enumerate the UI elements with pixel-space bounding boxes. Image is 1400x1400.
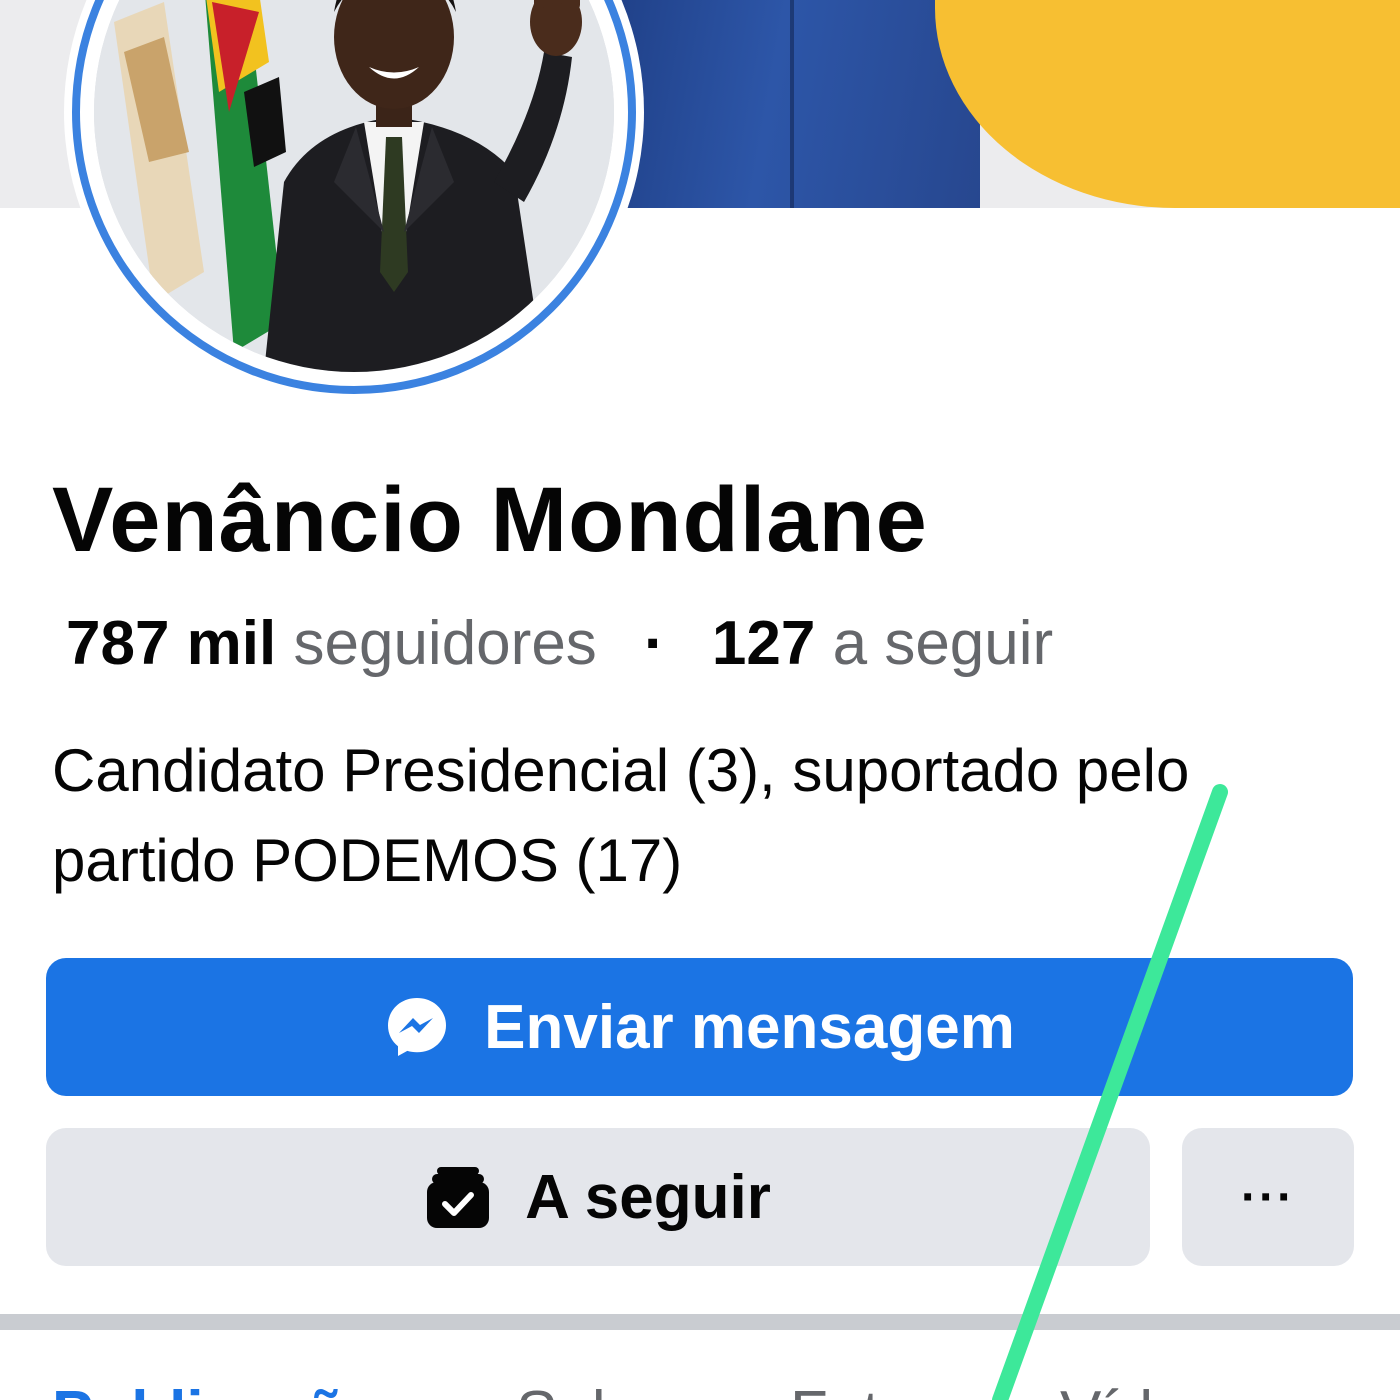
following-label[interactable]: a seguir [833, 609, 1054, 678]
profile-stats: 787 mil seguidores · 127 a seguir [66, 608, 1053, 679]
profile-name: Venâncio Mondlane [52, 469, 928, 571]
profile-page: Venâncio Mondlane 787 mil seguidores · 1… [0, 0, 1400, 1400]
following-button[interactable]: A seguir [46, 1128, 1150, 1266]
tab-videos[interactable]: Vídeos [1060, 1378, 1253, 1400]
avatar-illustration [94, 0, 614, 372]
avatar[interactable] [72, 0, 636, 394]
send-message-button[interactable]: Enviar mensagem [46, 958, 1353, 1096]
more-options-button[interactable]: ··· [1182, 1128, 1354, 1266]
tab-posts[interactable]: Publicações [52, 1378, 414, 1400]
bio-line: partido PODEMOS (17) [52, 827, 683, 894]
followers-label[interactable]: seguidores [293, 609, 596, 678]
section-divider [0, 1314, 1400, 1330]
tab-photos[interactable]: Fotos [790, 1378, 945, 1400]
messenger-icon [388, 998, 447, 1056]
avatar-photo [94, 0, 614, 372]
more-dots-icon: ··· [1241, 1170, 1295, 1224]
cover-photo-yellow-shape [935, 0, 1400, 208]
send-message-label: Enviar mensagem [484, 992, 1015, 1062]
tab-about[interactable]: Sobre [516, 1378, 681, 1400]
profile-bio: Candidato Presidencial (3), suportado pe… [52, 726, 1352, 906]
cover-photo-suit [600, 0, 980, 208]
followers-count[interactable]: 787 mil [66, 609, 276, 678]
following-check-icon [427, 1167, 490, 1228]
bio-line: Candidato Presidencial (3), suportado pe… [52, 737, 1190, 804]
stats-separator: · [644, 609, 665, 678]
following-label-button: A seguir [525, 1162, 771, 1232]
profile-tabs: Publicações Sobre Fotos Vídeos [0, 1330, 1400, 1400]
following-count[interactable]: 127 [712, 609, 815, 678]
